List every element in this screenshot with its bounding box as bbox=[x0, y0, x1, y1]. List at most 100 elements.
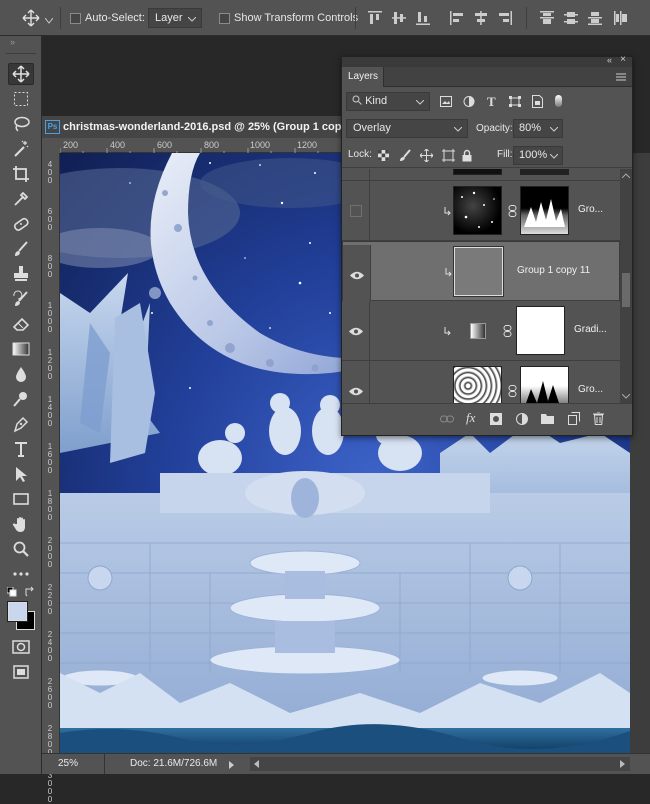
layer-row[interactable]: Gradi... bbox=[342, 301, 620, 361]
lock-position-icon[interactable] bbox=[420, 149, 433, 162]
collapse-toolbar-icon[interactable]: » bbox=[10, 37, 15, 47]
visibility-toggle[interactable] bbox=[342, 181, 370, 241]
lock-artboard-icon[interactable] bbox=[442, 149, 455, 162]
clone-stamp-tool[interactable] bbox=[8, 263, 34, 285]
dodge-tool[interactable] bbox=[8, 388, 34, 410]
scroll-up-icon[interactable] bbox=[622, 173, 630, 178]
layer-row[interactable]: Gro... bbox=[342, 181, 620, 241]
new-adjustment-layer-icon[interactable] bbox=[516, 413, 528, 425]
layers-tab[interactable]: Layers bbox=[342, 67, 384, 87]
history-brush-tool[interactable] bbox=[8, 288, 34, 310]
layer-row-selected[interactable]: Group 1 copy 11 bbox=[342, 241, 620, 305]
new-layer-icon[interactable] bbox=[568, 412, 580, 425]
hand-tool[interactable] bbox=[8, 513, 34, 535]
edit-toolbar-button[interactable] bbox=[8, 563, 34, 585]
lock-transparent-pixels-icon[interactable] bbox=[378, 150, 389, 161]
rectangle-tool[interactable] bbox=[8, 488, 34, 510]
layer-row[interactable]: Gro... bbox=[342, 361, 620, 403]
brush-tool[interactable] bbox=[8, 238, 34, 260]
link-icon[interactable] bbox=[503, 325, 512, 337]
vertical-scrollbar[interactable] bbox=[630, 153, 650, 753]
foreground-color-swatch[interactable] bbox=[8, 602, 27, 621]
new-group-folder-icon[interactable] bbox=[541, 413, 554, 424]
healing-brush-tool[interactable] bbox=[8, 213, 34, 235]
visibility-toggle[interactable] bbox=[343, 245, 371, 305]
default-colors-icon[interactable] bbox=[6, 586, 17, 600]
align-vertical-center-icon[interactable] bbox=[392, 11, 406, 25]
visibility-toggle[interactable] bbox=[342, 361, 370, 403]
layer-name[interactable]: Group 1 copy 11 bbox=[517, 265, 590, 276]
marquee-tool[interactable] bbox=[8, 88, 34, 110]
filter-toggle-icon[interactable] bbox=[555, 95, 562, 107]
lasso-tool[interactable] bbox=[8, 113, 34, 135]
blend-mode-dropdown[interactable]: Overlay bbox=[346, 119, 468, 138]
path-selection-tool[interactable] bbox=[8, 463, 34, 485]
move-tool[interactable] bbox=[8, 63, 34, 85]
screen-mode-button[interactable] bbox=[8, 661, 34, 683]
trash-icon[interactable] bbox=[593, 412, 604, 425]
lock-all-icon[interactable] bbox=[462, 149, 472, 162]
scroll-right-icon[interactable] bbox=[620, 760, 626, 768]
preset-chevron-icon[interactable] bbox=[44, 15, 54, 27]
add-mask-icon[interactable] bbox=[490, 413, 502, 425]
adjustment-layer-filter-icon[interactable] bbox=[463, 96, 475, 107]
show-transform-checkbox[interactable] bbox=[219, 13, 230, 24]
blur-tool[interactable] bbox=[8, 363, 34, 385]
eraser-tool[interactable] bbox=[8, 313, 34, 335]
eyedropper-tool[interactable] bbox=[8, 188, 34, 210]
fill-field[interactable]: 100% bbox=[513, 146, 563, 165]
scroll-left-icon[interactable] bbox=[254, 760, 260, 768]
move-tool-preset-icon[interactable] bbox=[22, 9, 40, 30]
ruler-origin[interactable] bbox=[42, 138, 60, 153]
scroll-thumb[interactable] bbox=[622, 273, 630, 307]
opacity-field[interactable]: 80% bbox=[513, 119, 563, 138]
layer-name[interactable]: Gro... bbox=[578, 204, 603, 215]
visibility-toggle[interactable] bbox=[342, 301, 370, 361]
filter-kind-dropdown[interactable]: Kind bbox=[346, 92, 430, 111]
link-icon[interactable] bbox=[508, 385, 517, 397]
collapse-panel-icon[interactable]: « bbox=[607, 55, 612, 65]
visibility-toggle[interactable] bbox=[342, 169, 370, 181]
align-horizontal-center-icon[interactable] bbox=[474, 11, 488, 25]
bandage-icon bbox=[13, 217, 29, 231]
swap-colors-icon[interactable] bbox=[24, 586, 36, 601]
quick-mask-button[interactable] bbox=[8, 636, 34, 658]
layer-name[interactable]: Gro... bbox=[578, 384, 603, 395]
distribute-left-icon[interactable] bbox=[614, 11, 628, 25]
zoom-tool[interactable] bbox=[8, 538, 34, 560]
distribute-center-icon[interactable] bbox=[564, 11, 578, 25]
smart-object-filter-icon[interactable] bbox=[532, 95, 543, 108]
zoom-level[interactable]: 25% bbox=[58, 758, 78, 769]
auto-select-checkbox[interactable] bbox=[70, 13, 81, 24]
link-icon[interactable] bbox=[508, 205, 517, 217]
crop-tool[interactable] bbox=[8, 163, 34, 185]
distribute-bottom-icon[interactable] bbox=[588, 11, 602, 25]
distribute-top-icon[interactable] bbox=[540, 11, 554, 25]
horizontal-ruler[interactable]: 200 400 600 800 1000 1200 1400 bbox=[60, 138, 363, 153]
document-tab[interactable]: Ps christmas-wonderland-2016.psd @ 25% (… bbox=[42, 116, 342, 138]
type-tool[interactable] bbox=[8, 438, 34, 460]
align-bottom-icon[interactable] bbox=[416, 11, 430, 25]
scroll-down-icon[interactable] bbox=[622, 394, 630, 399]
gradient-tool[interactable] bbox=[8, 338, 34, 360]
close-panel-icon[interactable]: × bbox=[620, 54, 626, 65]
align-left-icon[interactable] bbox=[450, 11, 464, 25]
magic-wand-tool[interactable] bbox=[8, 138, 34, 160]
fx-icon[interactable]: fx bbox=[466, 410, 475, 426]
link-layers-icon[interactable] bbox=[440, 414, 454, 424]
lock-image-pixels-icon[interactable] bbox=[399, 149, 411, 162]
vertical-ruler[interactable]: 400 600 800 1000 1200 1400 1600 1800 2000 2200 240… bbox=[42, 153, 60, 804]
panel-menu-icon[interactable] bbox=[616, 73, 626, 81]
status-menu-arrow-icon[interactable] bbox=[229, 760, 235, 772]
auto-select-target-dropdown[interactable]: Layer bbox=[148, 8, 202, 28]
shape-layer-filter-icon[interactable] bbox=[509, 96, 521, 107]
layer-list-scrollbar[interactable] bbox=[620, 169, 632, 403]
horizontal-scrollbar[interactable] bbox=[250, 757, 630, 771]
layer-name[interactable]: Gradi... bbox=[574, 324, 607, 335]
type-layer-filter-icon[interactable]: T bbox=[487, 94, 496, 110]
pixel-layer-filter-icon[interactable] bbox=[440, 96, 452, 107]
layer-row[interactable] bbox=[342, 169, 620, 181]
align-right-icon[interactable] bbox=[498, 11, 512, 25]
pen-tool[interactable] bbox=[8, 413, 34, 435]
align-top-icon[interactable] bbox=[368, 11, 382, 25]
